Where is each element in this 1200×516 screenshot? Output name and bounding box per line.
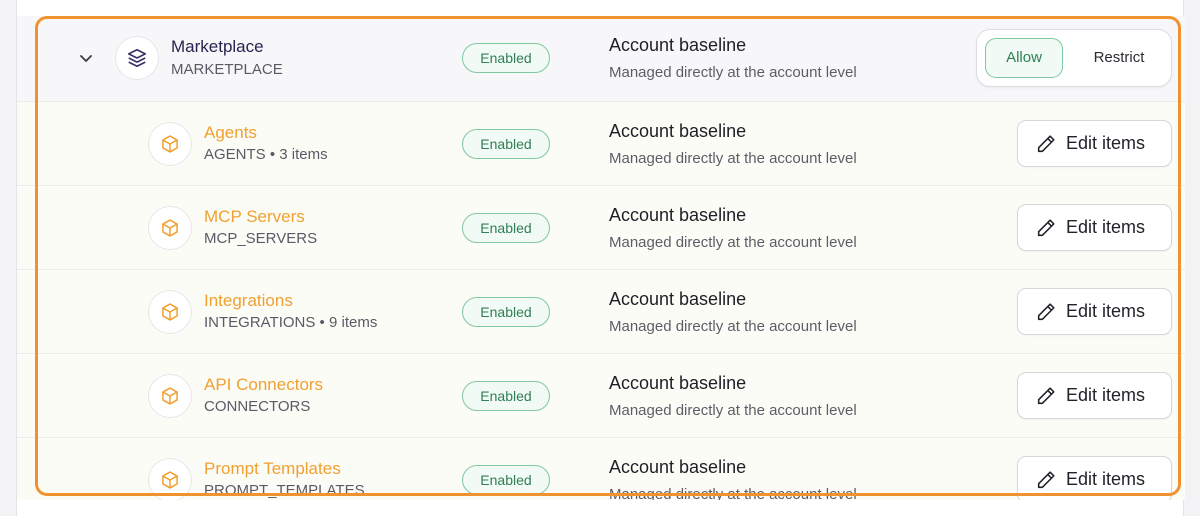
edit-items-label: Edit items [1066, 217, 1146, 237]
item-name[interactable]: Integrations [204, 291, 293, 311]
baseline-title: Account baseline [609, 35, 747, 55]
baseline-description: Managed directly at the account level [609, 486, 857, 500]
edit-items-button[interactable]: Edit items [1017, 120, 1172, 167]
item-code: AGENTS • 3 items [204, 146, 328, 163]
item-name[interactable]: Prompt Templates [204, 459, 341, 479]
edit-items-label: Edit items [1066, 469, 1146, 489]
status-badge: Enabled [462, 129, 550, 159]
pencil-icon [1037, 302, 1055, 320]
layers-icon [115, 36, 159, 80]
edit-items-label: Edit items [1066, 385, 1146, 405]
baseline-title: Account baseline [609, 121, 747, 141]
category-name: Marketplace [171, 37, 264, 56]
allow-restrict-toggle: Allow Restrict [976, 29, 1172, 87]
item-code: CONNECTORS [204, 398, 311, 415]
edit-items-label: Edit items [1066, 133, 1146, 153]
baseline-title: Account baseline [609, 373, 747, 393]
edit-items-button[interactable]: Edit items [1017, 372, 1172, 419]
box-icon [148, 206, 192, 250]
baseline-title: Account baseline [609, 289, 747, 309]
permissions-list: Marketplace MARKETPLACE Enabled Account … [17, 16, 1185, 500]
pencil-icon [1037, 386, 1055, 404]
edit-items-button[interactable]: Edit items [1017, 288, 1172, 335]
item-name[interactable]: Agents [204, 123, 257, 143]
baseline-description: Managed directly at the account level [609, 150, 857, 167]
permissions-panel: Marketplace MARKETPLACE Enabled Account … [16, 0, 1185, 516]
status-badge: Enabled [462, 465, 550, 495]
status-badge: Enabled [462, 381, 550, 411]
box-icon [148, 290, 192, 334]
child-row: MCP Servers MCP_SERVERS Enabled Account … [17, 186, 1185, 270]
box-icon [148, 458, 192, 500]
item-code: PROMPT_TEMPLATES [204, 482, 365, 499]
baseline-description: Managed directly at the account level [609, 64, 857, 81]
pencil-icon [1037, 470, 1055, 488]
status-badge: Enabled [462, 297, 550, 327]
restrict-button[interactable]: Restrict [1075, 38, 1163, 78]
pencil-icon [1037, 134, 1055, 152]
edit-items-button[interactable]: Edit items [1017, 456, 1172, 500]
child-row: API Connectors CONNECTORS Enabled Accoun… [17, 354, 1185, 438]
status-badge: Enabled [462, 43, 550, 73]
box-icon [148, 122, 192, 166]
child-row: Agents AGENTS • 3 items Enabled Account … [17, 102, 1185, 186]
child-row: Integrations INTEGRATIONS • 9 items Enab… [17, 270, 1185, 354]
baseline-description: Managed directly at the account level [609, 402, 857, 419]
baseline-description: Managed directly at the account level [609, 234, 857, 251]
baseline-title: Account baseline [609, 457, 747, 477]
edit-items-label: Edit items [1066, 301, 1146, 321]
item-code: INTEGRATIONS • 9 items [204, 314, 378, 331]
pencil-icon [1037, 218, 1055, 236]
baseline-description: Managed directly at the account level [609, 318, 857, 335]
box-icon [148, 374, 192, 418]
item-code: MCP_SERVERS [204, 230, 318, 247]
allow-button[interactable]: Allow [985, 38, 1063, 78]
child-row: Prompt Templates PROMPT_TEMPLATES Enable… [17, 438, 1185, 500]
status-badge: Enabled [462, 213, 550, 243]
edit-items-button[interactable]: Edit items [1017, 204, 1172, 251]
marketplace-row: Marketplace MARKETPLACE Enabled Account … [17, 16, 1185, 102]
chevron-down-icon[interactable] [77, 49, 95, 67]
category-code: MARKETPLACE [171, 61, 283, 78]
item-name[interactable]: API Connectors [204, 375, 323, 395]
baseline-title: Account baseline [609, 205, 747, 225]
item-name[interactable]: MCP Servers [204, 207, 305, 227]
